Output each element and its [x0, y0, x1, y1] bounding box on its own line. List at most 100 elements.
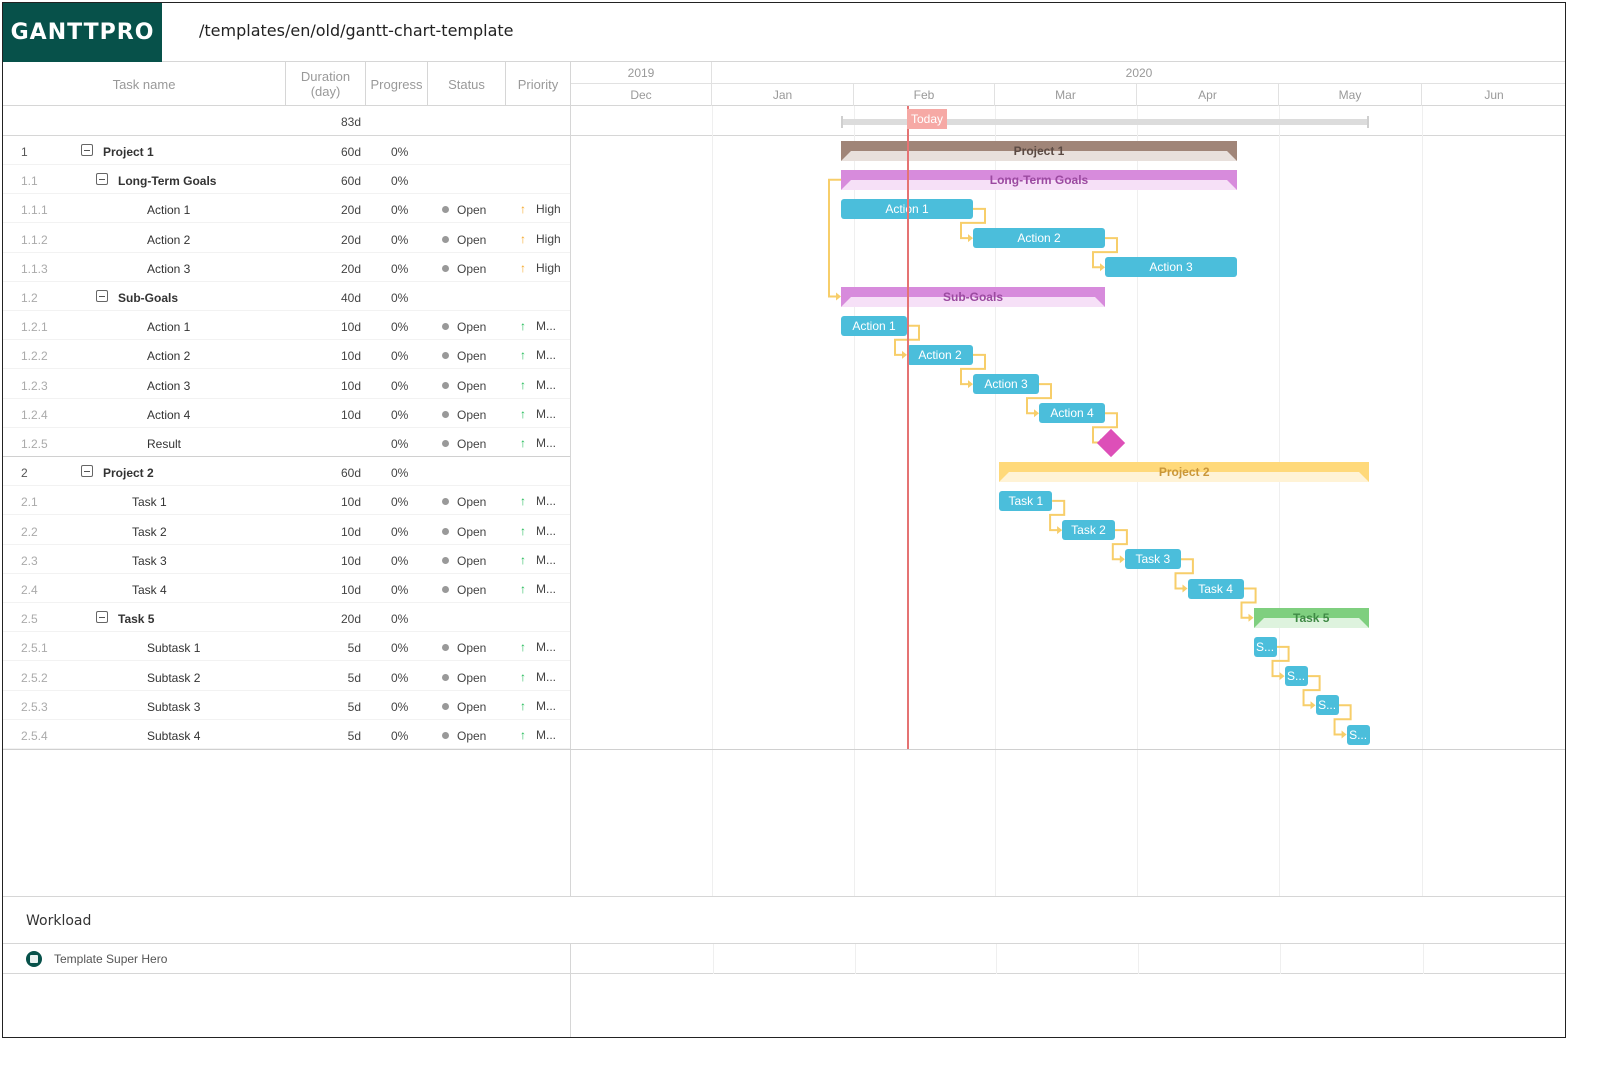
task-row[interactable]: 2 Project 2 60d 0%: [3, 457, 570, 487]
task-progress[interactable]: 0%: [391, 320, 408, 334]
workload-resource-row[interactable]: Template Super Hero: [3, 944, 1565, 974]
task-name[interactable]: Action 2: [147, 233, 190, 247]
task-row[interactable]: 1.2.1 Action 1 10d 0% Open ↑ M...: [3, 311, 570, 341]
task-name[interactable]: Subtask 4: [147, 729, 200, 743]
task-status[interactable]: Open: [442, 554, 486, 568]
task-progress[interactable]: 0%: [391, 495, 408, 509]
task-bar[interactable]: Action 2: [973, 228, 1105, 249]
task-priority[interactable]: ↑ M...: [520, 407, 556, 421]
task-row[interactable]: 1.2.4 Action 4 10d 0% Open ↑ M...: [3, 399, 570, 428]
task-name[interactable]: Action 1: [147, 203, 190, 217]
task-bar[interactable]: Task 1: [999, 490, 1053, 511]
collapse-toggle-icon[interactable]: [81, 144, 93, 156]
task-row[interactable]: 2.2 Task 2 10d 0% Open ↑ M...: [3, 516, 570, 545]
task-progress[interactable]: 0%: [391, 554, 408, 568]
task-row[interactable]: 1 Project 1 60d 0%: [3, 136, 570, 165]
task-row[interactable]: 2.5.3 Subtask 3 5d 0% Open ↑ M...: [3, 691, 570, 720]
task-priority[interactable]: ↑ M...: [520, 494, 556, 508]
task-progress[interactable]: 0%: [391, 291, 408, 305]
task-status[interactable]: Open: [442, 349, 486, 363]
task-name[interactable]: Task 1: [132, 495, 167, 509]
task-progress[interactable]: 0%: [391, 174, 408, 188]
column-header-task-name[interactable]: Task name: [3, 62, 286, 106]
dependency-link[interactable]: [828, 178, 841, 298]
task-row[interactable]: 2.3 Task 3 10d 0% Open ↑ M...: [3, 545, 570, 574]
task-row[interactable]: 1.1.1 Action 1 20d 0% Open ↑ High: [3, 194, 570, 224]
collapse-toggle-icon[interactable]: [96, 173, 108, 186]
task-row[interactable]: 2.5.4 Subtask 4 5d 0% Open ↑ M...: [3, 720, 570, 749]
column-header-progress[interactable]: Progress: [366, 62, 428, 106]
task-row[interactable]: 1.2 Sub-Goals 40d 0%: [3, 282, 570, 311]
task-duration[interactable]: 10d: [303, 495, 361, 509]
task-duration[interactable]: 20d: [303, 233, 361, 247]
task-progress[interactable]: 0%: [391, 408, 408, 422]
task-duration[interactable]: 60d: [303, 466, 361, 480]
task-status[interactable]: Open: [442, 320, 486, 334]
task-duration[interactable]: 20d: [303, 203, 361, 217]
task-bar[interactable]: Task 4: [1187, 578, 1244, 599]
task-name[interactable]: Action 4: [147, 408, 190, 422]
task-priority[interactable]: ↑ M...: [520, 378, 556, 392]
task-name[interactable]: Long-Term Goals: [118, 174, 216, 188]
task-priority[interactable]: ↑ M...: [520, 436, 556, 450]
task-duration[interactable]: 10d: [303, 349, 361, 363]
task-duration[interactable]: 5d: [303, 671, 361, 685]
task-bar[interactable]: S...: [1315, 695, 1339, 716]
task-status[interactable]: Open: [442, 700, 486, 714]
task-progress[interactable]: 0%: [391, 700, 408, 714]
task-priority[interactable]: ↑ M...: [520, 582, 556, 596]
task-status[interactable]: Open: [442, 495, 486, 509]
task-duration[interactable]: 5d: [303, 729, 361, 743]
task-bar[interactable]: Action 1: [841, 315, 907, 336]
task-priority[interactable]: ↑ M...: [520, 524, 556, 538]
task-name[interactable]: Project 2: [103, 466, 154, 480]
task-name[interactable]: Project 1: [103, 145, 154, 159]
task-duration[interactable]: 10d: [303, 525, 361, 539]
task-progress[interactable]: 0%: [391, 671, 408, 685]
task-progress[interactable]: 0%: [391, 349, 408, 363]
task-status[interactable]: Open: [442, 671, 486, 685]
task-bar[interactable]: Action 4: [1039, 403, 1105, 424]
task-bar[interactable]: Action 2: [907, 344, 973, 365]
collapse-toggle-icon[interactable]: [96, 290, 108, 302]
task-row[interactable]: 1.2.3 Action 3 10d 0% Open ↑ M...: [3, 370, 570, 399]
task-priority[interactable]: ↑ High: [520, 261, 561, 275]
task-status[interactable]: Open: [442, 408, 486, 422]
task-priority[interactable]: ↑ M...: [520, 640, 556, 654]
task-name[interactable]: Subtask 3: [147, 700, 200, 714]
task-row[interactable]: 1.2.5 Result 0% Open ↑ M...: [3, 428, 570, 457]
task-row[interactable]: 2.5 Task 5 20d 0%: [3, 603, 570, 633]
task-status[interactable]: Open: [442, 437, 486, 451]
task-progress[interactable]: 0%: [391, 583, 408, 597]
task-progress[interactable]: 0%: [391, 729, 408, 743]
task-priority[interactable]: ↑ M...: [520, 699, 556, 713]
task-duration[interactable]: 60d: [303, 174, 361, 188]
summary-bar[interactable]: Task 5: [1253, 607, 1369, 628]
task-progress[interactable]: 0%: [391, 379, 408, 393]
column-header-status[interactable]: Status: [428, 62, 506, 106]
task-priority[interactable]: ↑ M...: [520, 319, 556, 333]
task-duration[interactable]: 5d: [303, 700, 361, 714]
task-duration[interactable]: 10d: [303, 408, 361, 422]
column-header-duration[interactable]: Duration (day): [286, 62, 366, 106]
task-row[interactable]: 2.4 Task 4 10d 0% Open ↑ M...: [3, 574, 570, 603]
task-name[interactable]: Subtask 1: [147, 641, 200, 655]
task-progress[interactable]: 0%: [391, 437, 408, 451]
task-status[interactable]: Open: [442, 729, 486, 743]
task-duration[interactable]: 10d: [303, 583, 361, 597]
task-duration[interactable]: 10d: [303, 554, 361, 568]
task-progress[interactable]: 0%: [391, 641, 408, 655]
task-duration[interactable]: 20d: [303, 612, 361, 626]
task-status[interactable]: Open: [442, 525, 486, 539]
task-name[interactable]: Result: [147, 437, 181, 451]
task-progress[interactable]: 0%: [391, 466, 408, 480]
task-bar[interactable]: S...: [1284, 666, 1308, 687]
task-name[interactable]: Task 2: [132, 525, 167, 539]
task-duration[interactable]: 10d: [303, 320, 361, 334]
task-bar[interactable]: Task 3: [1124, 549, 1181, 570]
task-priority[interactable]: ↑ M...: [520, 348, 556, 362]
task-progress[interactable]: 0%: [391, 145, 408, 159]
task-bar[interactable]: Task 2: [1062, 520, 1115, 541]
task-status[interactable]: Open: [442, 233, 486, 247]
task-name[interactable]: Subtask 2: [147, 671, 200, 685]
